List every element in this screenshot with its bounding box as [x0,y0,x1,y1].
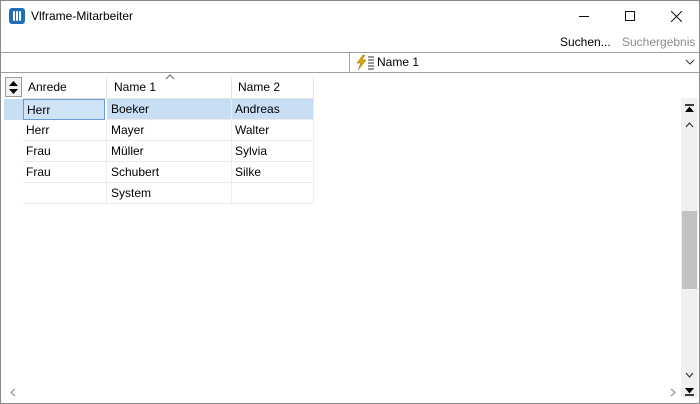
scroll-right-button[interactable] [665,384,681,401]
table-cell[interactable]: Boeker [107,99,232,120]
table-cell[interactable]: Silke [232,162,314,183]
app-columns-icon [9,8,25,24]
table-cell[interactable] [232,183,314,204]
maximize-button[interactable] [607,1,653,31]
minimize-icon [579,15,589,17]
table-cell[interactable]: Sylvia [232,141,314,162]
filter-field[interactable] [2,53,350,72]
scrollbar-thumb[interactable] [682,211,697,289]
minimize-button[interactable] [561,1,607,31]
table-cell[interactable]: Frau [23,162,107,183]
scroll-left-button[interactable] [5,384,21,401]
vertical-scrollbar[interactable] [681,98,698,398]
scroll-up-button[interactable] [681,118,698,132]
filter-row: Name 1 [1,52,699,73]
horizontal-scrollbar[interactable] [3,384,681,401]
table-cell[interactable]: Schubert [107,162,232,183]
window-title: Vlframe-Mitarbeiter [31,9,134,23]
close-button[interactable] [653,1,699,31]
scroll-to-bottom-button[interactable] [681,384,698,398]
scroll-last-icon [685,387,694,396]
sort-ascending-icon [165,74,175,80]
table-cell[interactable]: Herr [23,99,105,120]
sort-updown-icon [9,80,18,94]
chevron-up-icon [685,122,694,128]
search-button[interactable]: Suchen... [560,35,611,49]
close-icon [670,10,682,22]
scroll-down-button[interactable] [681,368,698,382]
table-cell[interactable]: Andreas [232,99,314,120]
table-cell[interactable]: System [107,183,232,204]
chevron-right-icon [670,388,676,397]
chevron-down-icon [685,372,694,378]
table-cell[interactable]: Frau [23,141,107,162]
row-indicator[interactable] [4,99,24,120]
table-cell[interactable]: Walter [232,120,314,141]
maximize-icon [625,11,635,21]
scroll-to-top-button[interactable] [681,101,698,115]
table-cell[interactable] [23,183,107,204]
column-header-name2[interactable]: Name 2 [232,77,314,99]
column-header-anrede[interactable]: Anrede [23,77,107,99]
row-sort-toggle-button[interactable] [5,77,22,97]
sort-order-dropdown[interactable]: Name 1 [351,53,699,72]
title-bar[interactable]: Vlframe-Mitarbeiter [1,1,699,31]
scroll-first-icon [685,103,694,112]
search-result-button[interactable]: Suchergebnis [622,35,695,49]
table-cell[interactable]: Mayer [107,120,232,141]
sort-order-value: Name 1 [377,55,420,69]
app-window: Vlframe-Mitarbeiter Suchen... Suchergebn… [0,0,700,404]
search-toolbar: Suchen... Suchergebnis [1,32,699,52]
chevron-left-icon [10,388,16,397]
sort-lightning-icon [356,55,374,70]
table-cell[interactable]: Müller [107,141,232,162]
table-cell[interactable]: Herr [23,120,107,141]
chevron-down-icon[interactable] [685,57,695,67]
